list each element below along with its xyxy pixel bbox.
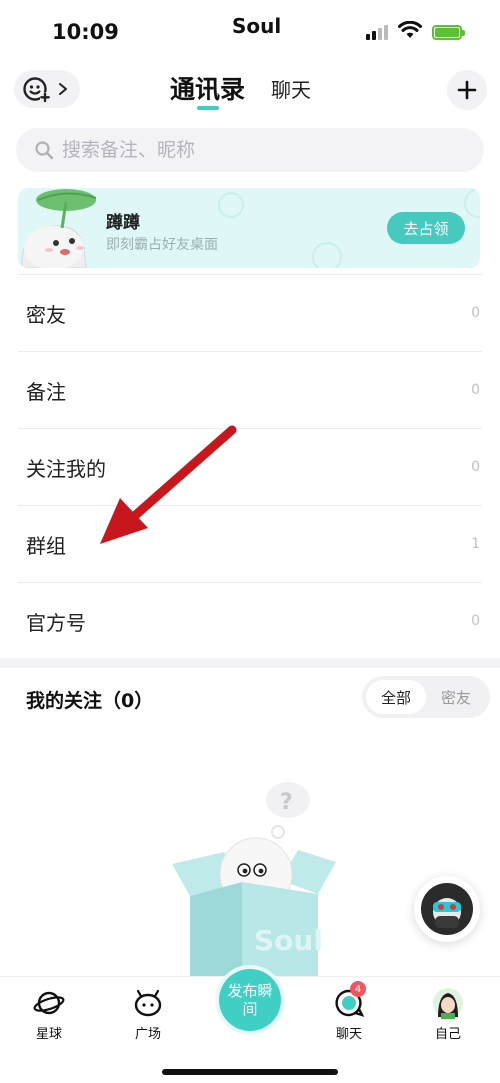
empty-state-illustration: ? Soul <box>172 782 336 978</box>
planet-icon <box>33 991 65 1015</box>
list-item-followers[interactable]: 关注我的 0 <box>18 428 482 505</box>
status-bar: 10:09 Soul <box>0 0 500 62</box>
filter-close-friends[interactable]: 密友 <box>426 680 486 714</box>
tab-planet[interactable]: 星球 <box>14 987 84 1042</box>
list-item-count: 1 <box>471 536 480 552</box>
mascot-image <box>21 189 97 268</box>
section-divider <box>0 658 500 668</box>
search-bar[interactable] <box>16 128 484 172</box>
tab-label: 星球 <box>35 1027 62 1042</box>
smiley-add-icon <box>23 77 50 103</box>
add-button[interactable] <box>447 70 487 110</box>
status-time: 10:09 <box>52 20 119 44</box>
list-item-label: 官方号 <box>26 610 86 635</box>
banner-subtitle: 即刻霸占好友桌面 <box>106 237 218 253</box>
list-item-count: 0 <box>471 305 480 321</box>
floating-assistant-avatar[interactable] <box>414 876 480 942</box>
list-item-count: 0 <box>471 382 480 398</box>
following-title: 我的关注（0） <box>26 690 154 712</box>
claim-button[interactable]: 去占领 <box>387 212 465 244</box>
list-item-label: 关注我的 <box>26 456 106 481</box>
svg-text:?: ? <box>280 790 293 815</box>
chevron-right-icon <box>59 83 67 95</box>
list-item-label: 群组 <box>26 533 66 558</box>
tab-label: 自己 <box>434 1027 461 1042</box>
tab-me[interactable]: 自己 <box>413 987 483 1042</box>
publish-moment-button[interactable]: 发布瞬间 <box>219 969 281 1031</box>
filter-all[interactable]: 全部 <box>366 680 426 714</box>
tab-label: 广场 <box>134 1027 161 1042</box>
home-indicator <box>162 1069 338 1075</box>
list-item-official-accounts[interactable]: 官方号 0 <box>18 582 482 659</box>
banner-title: 蹲蹲 <box>106 213 140 233</box>
filter-segmented-control: 全部 密友 <box>362 676 490 718</box>
tab-chat[interactable]: 聊天 <box>271 74 311 103</box>
assistant-avatar-icon <box>421 883 473 935</box>
list-item-remarks[interactable]: 备注 0 <box>18 351 482 428</box>
mood-button[interactable] <box>14 70 80 108</box>
signal-icon <box>366 24 392 40</box>
top-nav: 通讯录 聊天 <box>0 62 500 118</box>
promo-banner[interactable]: 蹲蹲 即刻霸占好友桌面 去占领 <box>18 188 480 268</box>
search-input[interactable] <box>62 139 442 161</box>
contact-group-list: 密友 0 备注 0 关注我的 0 群组 1 官方号 0 <box>0 274 500 659</box>
active-tab-indicator <box>197 106 219 110</box>
wifi-icon <box>398 21 422 38</box>
list-item-label: 密友 <box>26 302 66 327</box>
battery-icon <box>432 25 465 40</box>
unread-badge: 4 <box>350 981 366 997</box>
bottom-tab-bar: 星球 广场 发布瞬间 4 聊天 自己 <box>0 969 500 1083</box>
plus-icon <box>457 80 477 100</box>
tab-chat-bottom[interactable]: 4 聊天 <box>314 981 384 1042</box>
search-icon <box>35 141 54 160</box>
list-item-count: 0 <box>471 613 480 629</box>
illustration-logo: Soul <box>254 924 323 957</box>
profile-avatar-icon <box>433 988 463 1019</box>
square-face-icon <box>134 989 162 1017</box>
list-item-count: 0 <box>471 459 480 475</box>
tab-label: 聊天 <box>335 1027 362 1042</box>
list-item-label: 备注 <box>26 379 66 404</box>
list-item-close-friends[interactable]: 密友 0 <box>18 274 482 351</box>
list-item-groups[interactable]: 群组 1 <box>18 505 482 582</box>
status-app-name: Soul <box>232 14 282 38</box>
tab-square[interactable]: 广场 <box>113 987 183 1042</box>
tab-contacts[interactable]: 通讯录 <box>170 70 245 106</box>
